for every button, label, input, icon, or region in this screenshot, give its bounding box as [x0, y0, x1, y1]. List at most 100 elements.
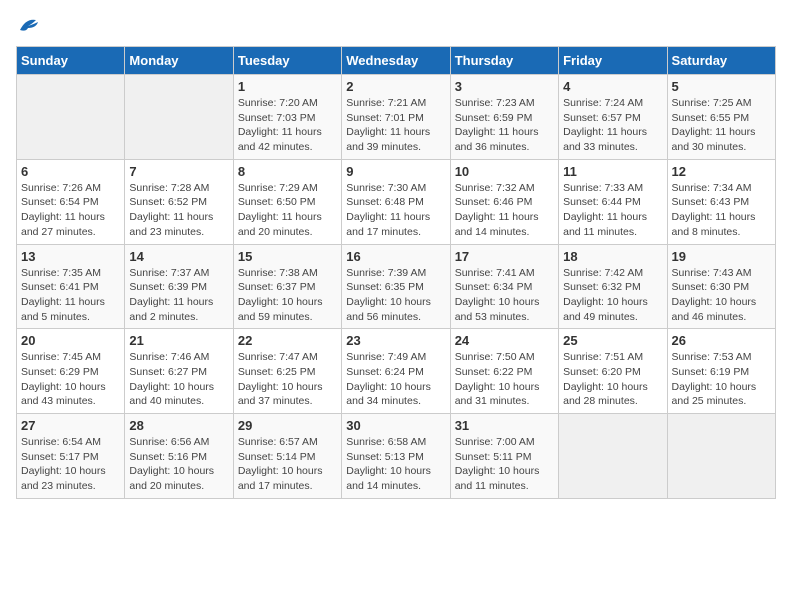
calendar-cell: 13 Sunrise: 7:35 AMSunset: 6:41 PMDayligh…	[17, 244, 125, 329]
day-number: 7	[129, 164, 228, 179]
day-number: 6	[21, 164, 120, 179]
day-info: Sunrise: 7:20 AMSunset: 7:03 PMDaylight:…	[238, 96, 337, 155]
day-info: Sunrise: 7:28 AMSunset: 6:52 PMDaylight:…	[129, 181, 228, 240]
calendar-cell: 25 Sunrise: 7:51 AMSunset: 6:20 PMDayligh…	[559, 329, 667, 414]
day-number: 12	[672, 164, 771, 179]
calendar-cell: 23 Sunrise: 7:49 AMSunset: 6:24 PMDayligh…	[342, 329, 450, 414]
calendar-week-5: 27 Sunrise: 6:54 AMSunset: 5:17 PMDayligh…	[17, 414, 776, 499]
column-header-wednesday: Wednesday	[342, 47, 450, 75]
day-info: Sunrise: 6:57 AMSunset: 5:14 PMDaylight:…	[238, 435, 337, 494]
day-number: 20	[21, 333, 120, 348]
calendar-cell: 22 Sunrise: 7:47 AMSunset: 6:25 PMDayligh…	[233, 329, 341, 414]
day-number: 23	[346, 333, 445, 348]
day-number: 30	[346, 418, 445, 433]
calendar-week-1: 1 Sunrise: 7:20 AMSunset: 7:03 PMDaylight…	[17, 75, 776, 160]
calendar-week-4: 20 Sunrise: 7:45 AMSunset: 6:29 PMDayligh…	[17, 329, 776, 414]
calendar-cell	[125, 75, 233, 160]
day-info: Sunrise: 7:51 AMSunset: 6:20 PMDaylight:…	[563, 350, 662, 409]
column-header-monday: Monday	[125, 47, 233, 75]
day-info: Sunrise: 7:46 AMSunset: 6:27 PMDaylight:…	[129, 350, 228, 409]
day-info: Sunrise: 7:37 AMSunset: 6:39 PMDaylight:…	[129, 266, 228, 325]
day-number: 26	[672, 333, 771, 348]
day-info: Sunrise: 7:50 AMSunset: 6:22 PMDaylight:…	[455, 350, 554, 409]
day-number: 25	[563, 333, 662, 348]
day-info: Sunrise: 7:35 AMSunset: 6:41 PMDaylight:…	[21, 266, 120, 325]
day-info: Sunrise: 7:42 AMSunset: 6:32 PMDaylight:…	[563, 266, 662, 325]
calendar-cell: 6 Sunrise: 7:26 AMSunset: 6:54 PMDaylight…	[17, 159, 125, 244]
page-header	[16, 16, 776, 34]
day-number: 14	[129, 249, 228, 264]
day-info: Sunrise: 7:47 AMSunset: 6:25 PMDaylight:…	[238, 350, 337, 409]
logo	[16, 16, 40, 34]
calendar-week-3: 13 Sunrise: 7:35 AMSunset: 6:41 PMDayligh…	[17, 244, 776, 329]
calendar-cell: 11Sunrise: 7:33 AMSunset: 6:44 PMDayligh…	[559, 159, 667, 244]
day-number: 18	[563, 249, 662, 264]
calendar-cell: 31 Sunrise: 7:00 AMSunset: 5:11 PMDayligh…	[450, 414, 558, 499]
day-number: 5	[672, 79, 771, 94]
day-info: Sunrise: 7:43 AMSunset: 6:30 PMDaylight:…	[672, 266, 771, 325]
calendar-cell: 30Sunrise: 6:58 AMSunset: 5:13 PMDayligh…	[342, 414, 450, 499]
day-number: 3	[455, 79, 554, 94]
day-number: 13	[21, 249, 120, 264]
day-number: 16	[346, 249, 445, 264]
day-info: Sunrise: 7:39 AMSunset: 6:35 PMDaylight:…	[346, 266, 445, 325]
calendar-cell: 9Sunrise: 7:30 AMSunset: 6:48 PMDaylight…	[342, 159, 450, 244]
day-info: Sunrise: 7:34 AMSunset: 6:43 PMDaylight:…	[672, 181, 771, 240]
day-number: 31	[455, 418, 554, 433]
day-number: 27	[21, 418, 120, 433]
day-info: Sunrise: 7:24 AMSunset: 6:57 PMDaylight:…	[563, 96, 662, 155]
day-number: 4	[563, 79, 662, 94]
day-info: Sunrise: 7:45 AMSunset: 6:29 PMDaylight:…	[21, 350, 120, 409]
calendar-cell: 1 Sunrise: 7:20 AMSunset: 7:03 PMDaylight…	[233, 75, 341, 160]
day-info: Sunrise: 7:26 AMSunset: 6:54 PMDaylight:…	[21, 181, 120, 240]
column-header-saturday: Saturday	[667, 47, 775, 75]
day-info: Sunrise: 7:38 AMSunset: 6:37 PMDaylight:…	[238, 266, 337, 325]
day-number: 21	[129, 333, 228, 348]
calendar-cell: 3Sunrise: 7:23 AMSunset: 6:59 PMDaylight…	[450, 75, 558, 160]
day-number: 2	[346, 79, 445, 94]
day-info: Sunrise: 7:00 AMSunset: 5:11 PMDaylight:…	[455, 435, 554, 494]
day-number: 28	[129, 418, 228, 433]
calendar-cell: 27 Sunrise: 6:54 AMSunset: 5:17 PMDayligh…	[17, 414, 125, 499]
calendar-cell: 29 Sunrise: 6:57 AMSunset: 5:14 PMDayligh…	[233, 414, 341, 499]
calendar-cell: 2 Sunrise: 7:21 AMSunset: 7:01 PMDaylight…	[342, 75, 450, 160]
day-number: 22	[238, 333, 337, 348]
calendar-cell: 12 Sunrise: 7:34 AMSunset: 6:43 PMDayligh…	[667, 159, 775, 244]
day-info: Sunrise: 7:25 AMSunset: 6:55 PMDaylight:…	[672, 96, 771, 155]
day-number: 15	[238, 249, 337, 264]
calendar-cell: 19 Sunrise: 7:43 AMSunset: 6:30 PMDayligh…	[667, 244, 775, 329]
column-header-tuesday: Tuesday	[233, 47, 341, 75]
calendar-week-2: 6 Sunrise: 7:26 AMSunset: 6:54 PMDaylight…	[17, 159, 776, 244]
calendar-cell: 7 Sunrise: 7:28 AMSunset: 6:52 PMDaylight…	[125, 159, 233, 244]
calendar-cell: 21 Sunrise: 7:46 AMSunset: 6:27 PMDayligh…	[125, 329, 233, 414]
day-info: Sunrise: 6:54 AMSunset: 5:17 PMDaylight:…	[21, 435, 120, 494]
column-header-thursday: Thursday	[450, 47, 558, 75]
day-number: 29	[238, 418, 337, 433]
day-info: Sunrise: 7:21 AMSunset: 7:01 PMDaylight:…	[346, 96, 445, 155]
calendar-cell: 16 Sunrise: 7:39 AMSunset: 6:35 PMDayligh…	[342, 244, 450, 329]
day-number: 17	[455, 249, 554, 264]
calendar-cell: 8 Sunrise: 7:29 AMSunset: 6:50 PMDaylight…	[233, 159, 341, 244]
day-info: Sunrise: 7:53 AMSunset: 6:19 PMDaylight:…	[672, 350, 771, 409]
day-number: 19	[672, 249, 771, 264]
day-number: 10	[455, 164, 554, 179]
calendar-cell	[17, 75, 125, 160]
day-info: Sunrise: 6:56 AMSunset: 5:16 PMDaylight:…	[129, 435, 228, 494]
day-info: Sunrise: 7:49 AMSunset: 6:24 PMDaylight:…	[346, 350, 445, 409]
day-number: 8	[238, 164, 337, 179]
calendar-cell: 28 Sunrise: 6:56 AMSunset: 5:16 PMDayligh…	[125, 414, 233, 499]
calendar-cell: 15 Sunrise: 7:38 AMSunset: 6:37 PMDayligh…	[233, 244, 341, 329]
calendar-body: 1 Sunrise: 7:20 AMSunset: 7:03 PMDaylight…	[17, 75, 776, 499]
day-number: 1	[238, 79, 337, 94]
day-number: 9	[346, 164, 445, 179]
column-header-sunday: Sunday	[17, 47, 125, 75]
logo-bird-icon	[18, 16, 40, 34]
day-number: 24	[455, 333, 554, 348]
calendar-table: SundayMondayTuesdayWednesdayThursdayFrid…	[16, 46, 776, 499]
calendar-cell: 10Sunrise: 7:32 AMSunset: 6:46 PMDayligh…	[450, 159, 558, 244]
day-info: Sunrise: 7:29 AMSunset: 6:50 PMDaylight:…	[238, 181, 337, 240]
calendar-cell: 5 Sunrise: 7:25 AMSunset: 6:55 PMDaylight…	[667, 75, 775, 160]
calendar-cell: 26 Sunrise: 7:53 AMSunset: 6:19 PMDayligh…	[667, 329, 775, 414]
calendar-cell: 20 Sunrise: 7:45 AMSunset: 6:29 PMDayligh…	[17, 329, 125, 414]
calendar-cell: 14 Sunrise: 7:37 AMSunset: 6:39 PMDayligh…	[125, 244, 233, 329]
